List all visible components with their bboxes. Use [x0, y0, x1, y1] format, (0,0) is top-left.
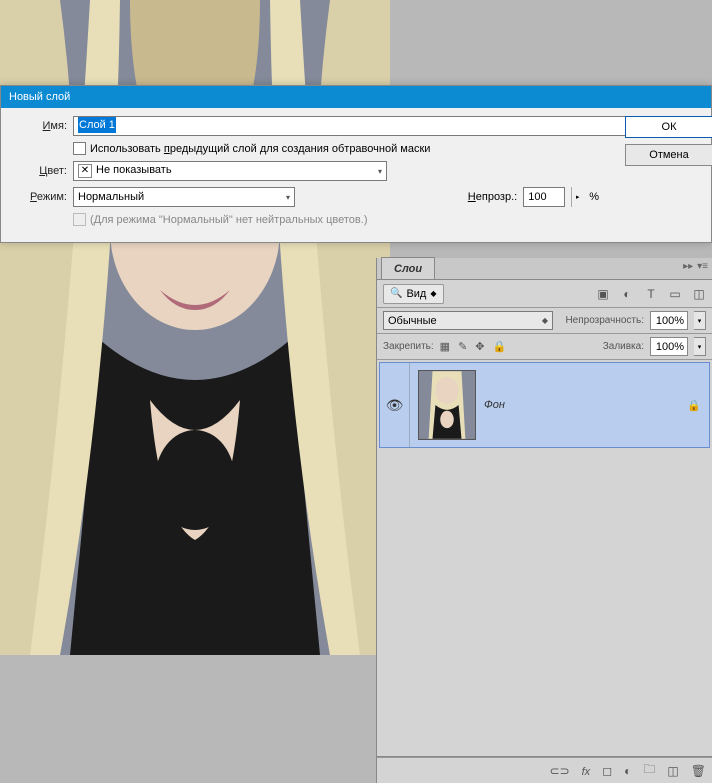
no-color-icon: ✕: [78, 164, 92, 178]
panel-menu-icon[interactable]: ▾≡: [697, 261, 708, 272]
adjustment-icon[interactable]: ◐: [624, 764, 631, 778]
use-previous-label: Использовать предыдущий слой для создани…: [90, 143, 430, 155]
filter-type-icon[interactable]: T: [644, 287, 658, 301]
search-icon: 🔍: [390, 288, 402, 299]
fx-icon[interactable]: fx: [582, 764, 591, 778]
lock-label: Закрепить:: [383, 341, 434, 352]
color-label: Цвет:: [13, 165, 67, 177]
layer-row[interactable]: 👁 Фон 🔒: [379, 362, 710, 448]
chevron-down-icon: ▾: [286, 193, 290, 202]
fill-label: Заливка:: [603, 341, 644, 352]
filter-pixel-icon[interactable]: ▣: [596, 287, 610, 301]
name-label: Имя:: [13, 120, 67, 132]
new-layer-dialog: Новый слой ОК Отмена Имя: Слой 1 Использ…: [0, 85, 712, 243]
layer-fill-input[interactable]: 100%: [650, 337, 688, 356]
panel-footer: ⊂⊃ fx ◻ ◐ 🗀 ◫ 🗑: [377, 757, 712, 783]
dialog-title: Новый слой: [9, 91, 70, 103]
lock-pixels-icon[interactable]: ✎: [458, 340, 467, 353]
checkbox-box: [73, 142, 86, 155]
neutral-fill-label: (Для режима "Нормальный" нет нейтральных…: [90, 214, 367, 226]
visibility-toggle[interactable]: 👁: [380, 363, 410, 447]
layer-opacity-input[interactable]: 100%: [650, 311, 688, 330]
checkbox-box: [73, 213, 86, 226]
dialog-title-bar[interactable]: Новый слой: [1, 86, 711, 108]
filter-kind-select[interactable]: 🔍 Вид ◆: [383, 284, 444, 304]
mask-icon[interactable]: ◻: [602, 764, 612, 778]
link-layers-icon[interactable]: ⊂⊃: [550, 764, 570, 778]
filter-kind-value: Вид: [406, 288, 426, 300]
opacity-flyout[interactable]: ▾: [694, 311, 706, 330]
color-select[interactable]: ✕Не показывать ▾: [73, 161, 387, 181]
neutral-fill-checkbox: (Для режима "Нормальный" нет нейтральных…: [73, 213, 367, 226]
cancel-button[interactable]: Отмена: [625, 144, 712, 166]
opacity-label: Непрозрачность:: [565, 315, 644, 326]
use-previous-checkbox[interactable]: Использовать предыдущий слой для создани…: [73, 142, 430, 155]
lock-transparent-icon[interactable]: ▦: [440, 340, 450, 353]
panel-collapse-icon[interactable]: ▸▸: [683, 261, 693, 272]
opacity-flyout[interactable]: ▸: [571, 187, 583, 207]
trash-icon[interactable]: 🗑: [691, 764, 706, 778]
lock-all-icon[interactable]: 🔒: [493, 340, 507, 353]
group-icon[interactable]: 🗀: [643, 760, 655, 781]
panel-tabs: Слои ▸▸ ▾≡: [377, 258, 712, 280]
opacity-input[interactable]: 100: [523, 187, 565, 207]
filter-adjust-icon[interactable]: ◐: [620, 287, 634, 301]
filter-shape-icon[interactable]: ▭: [668, 287, 682, 301]
opacity-suffix: %: [589, 191, 599, 203]
blend-mode-select[interactable]: Обычные ◆: [383, 311, 553, 330]
layers-panel: Слои ▸▸ ▾≡ 🔍 Вид ◆ ▣ ◐ T ▭ ◫ Обычные ◆ Н…: [376, 258, 712, 783]
color-select-value: ✕Не показывать: [78, 164, 172, 178]
layer-thumbnail[interactable]: [418, 370, 476, 440]
mode-select-value: Нормальный: [78, 191, 144, 203]
ok-button[interactable]: ОК: [625, 116, 712, 138]
blend-mode-value: Обычные: [388, 315, 437, 327]
filter-smart-icon[interactable]: ◫: [692, 287, 706, 301]
chevron-down-icon: ◆: [542, 316, 548, 325]
fill-flyout[interactable]: ▾: [694, 337, 706, 356]
mode-label: Режим:: [13, 191, 67, 203]
lock-icon: 🔒: [679, 399, 709, 412]
opacity-label: Непрозр.:: [468, 191, 517, 203]
layer-name[interactable]: Фон: [484, 399, 679, 411]
name-input-value: Слой 1: [78, 117, 116, 133]
layer-filter-bar: 🔍 Вид ◆ ▣ ◐ T ▭ ◫: [377, 280, 712, 308]
mode-select[interactable]: Нормальный ▾: [73, 187, 295, 207]
chevron-down-icon: ▾: [378, 167, 382, 176]
blend-row: Обычные ◆ Непрозрачность: 100% ▾: [377, 308, 712, 334]
lock-row: Закрепить: ▦ ✎ ✥ 🔒 Заливка: 100% ▾: [377, 334, 712, 360]
eye-icon: 👁: [386, 397, 404, 414]
tab-layers[interactable]: Слои: [381, 257, 435, 279]
name-input[interactable]: Слой 1: [73, 116, 634, 136]
lock-position-icon[interactable]: ✥: [475, 340, 484, 353]
layer-list[interactable]: 👁 Фон 🔒: [377, 360, 712, 757]
chevron-down-icon: ◆: [430, 289, 436, 298]
new-layer-icon[interactable]: ◫: [667, 764, 678, 778]
